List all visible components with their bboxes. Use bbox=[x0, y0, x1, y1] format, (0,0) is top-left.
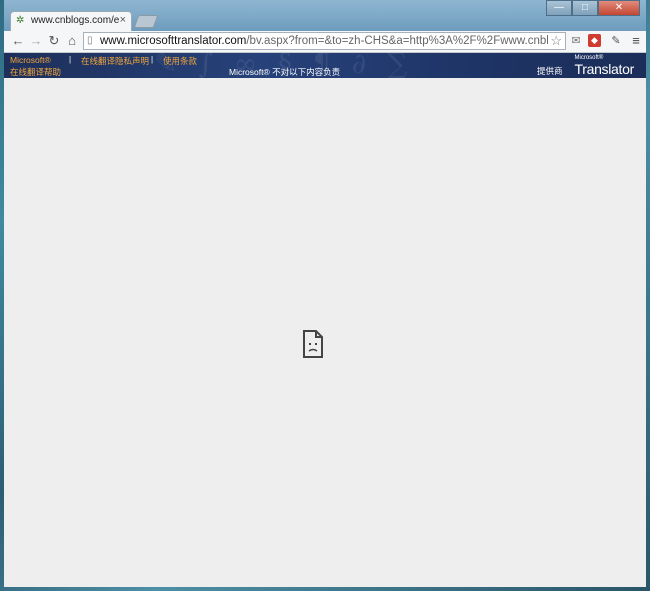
minimize-button[interactable]: — bbox=[546, 0, 572, 16]
tools-icon[interactable]: ✎ bbox=[608, 33, 624, 49]
page-content bbox=[4, 78, 646, 587]
translator-logo[interactable]: Microsoft® Translator bbox=[574, 55, 634, 77]
home-icon[interactable]: ⌂ bbox=[64, 33, 80, 49]
forward-arrow-icon[interactable]: → bbox=[28, 33, 44, 49]
browser-window: ✲ www.cnblogs.com/eric × ☺ — □ ✕ ← → ↻ ⌂… bbox=[4, 0, 646, 587]
tab-title: www.cnblogs.com/eric bbox=[31, 15, 119, 26]
terms-link[interactable]: 使用条款 bbox=[163, 55, 197, 67]
back-arrow-icon[interactable]: ← bbox=[10, 33, 26, 49]
privacy-link[interactable]: 在线翻译隐私声明 bbox=[81, 55, 149, 67]
gmail-icon[interactable]: ✉ bbox=[568, 33, 584, 49]
title-bar: ✲ www.cnblogs.com/eric × ☺ — □ ✕ bbox=[4, 0, 646, 31]
maximize-button[interactable]: □ bbox=[572, 0, 598, 16]
tab-active[interactable]: ✲ www.cnblogs.com/eric × bbox=[10, 11, 132, 31]
address-bar[interactable]: ▯ www.microsofttranslator.com/bv.aspx?fr… bbox=[83, 32, 566, 50]
sad-page-icon bbox=[303, 330, 323, 358]
address-url: www.microsofttranslator.com/bv.aspx?from… bbox=[100, 35, 548, 47]
provided-by-label: 提供商 bbox=[537, 66, 563, 76]
help-link[interactable]: 在线翻译帮助 bbox=[10, 66, 61, 78]
url-path: /bv.aspx?from=&to=zh-CHS&a=http%3A%2F%2F… bbox=[246, 35, 548, 47]
menu-icon[interactable]: ≡ bbox=[628, 33, 644, 49]
translator-bar: ✎ ∫ ∞ § ¶ ∂ ∑ Microsoft® | 在线翻译隐私声明 | 使用… bbox=[4, 53, 646, 78]
separator: | bbox=[69, 55, 72, 64]
red-extension-icon[interactable]: ◆ bbox=[588, 34, 601, 47]
brand-translator: Translator bbox=[574, 61, 634, 77]
bookmark-star-icon[interactable]: ☆ bbox=[550, 33, 562, 49]
close-window-button[interactable]: ✕ bbox=[598, 0, 640, 16]
url-host: www.microsofttranslator.com bbox=[100, 35, 247, 47]
disclaimer-text: Microsoft® 不对以下内容负责 bbox=[229, 67, 341, 77]
reload-icon[interactable]: ↻ bbox=[46, 33, 62, 49]
tab-close-icon[interactable]: × bbox=[120, 14, 126, 26]
browser-toolbar: ← → ↻ ⌂ ▯ www.microsofttranslator.com/bv… bbox=[4, 31, 646, 53]
page-icon: ▯ bbox=[87, 35, 93, 46]
site-favicon-icon: ✲ bbox=[16, 15, 25, 26]
new-tab-button[interactable] bbox=[133, 15, 159, 28]
microsoft-link[interactable]: Microsoft® bbox=[10, 55, 51, 65]
window-controls: — □ ✕ bbox=[546, 0, 640, 16]
separator: | bbox=[151, 55, 154, 64]
